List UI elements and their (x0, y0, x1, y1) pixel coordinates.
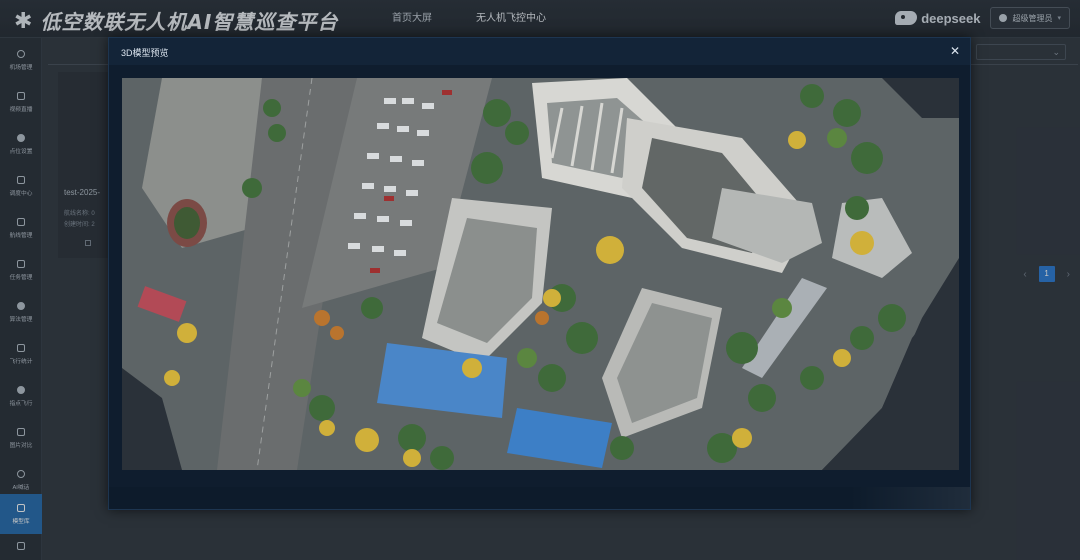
footer-glow (850, 487, 970, 509)
model-preview-dialog: 3D模型预览 ✕ (108, 37, 971, 510)
close-icon[interactable]: ✕ (950, 44, 960, 58)
dialog-footer (109, 487, 970, 509)
3d-model-viewer[interactable] (122, 78, 959, 470)
aerial-3d-model[interactable] (122, 78, 959, 470)
dialog-header: 3D模型预览 ✕ (109, 38, 970, 65)
dialog-title: 3D模型预览 (121, 48, 169, 58)
